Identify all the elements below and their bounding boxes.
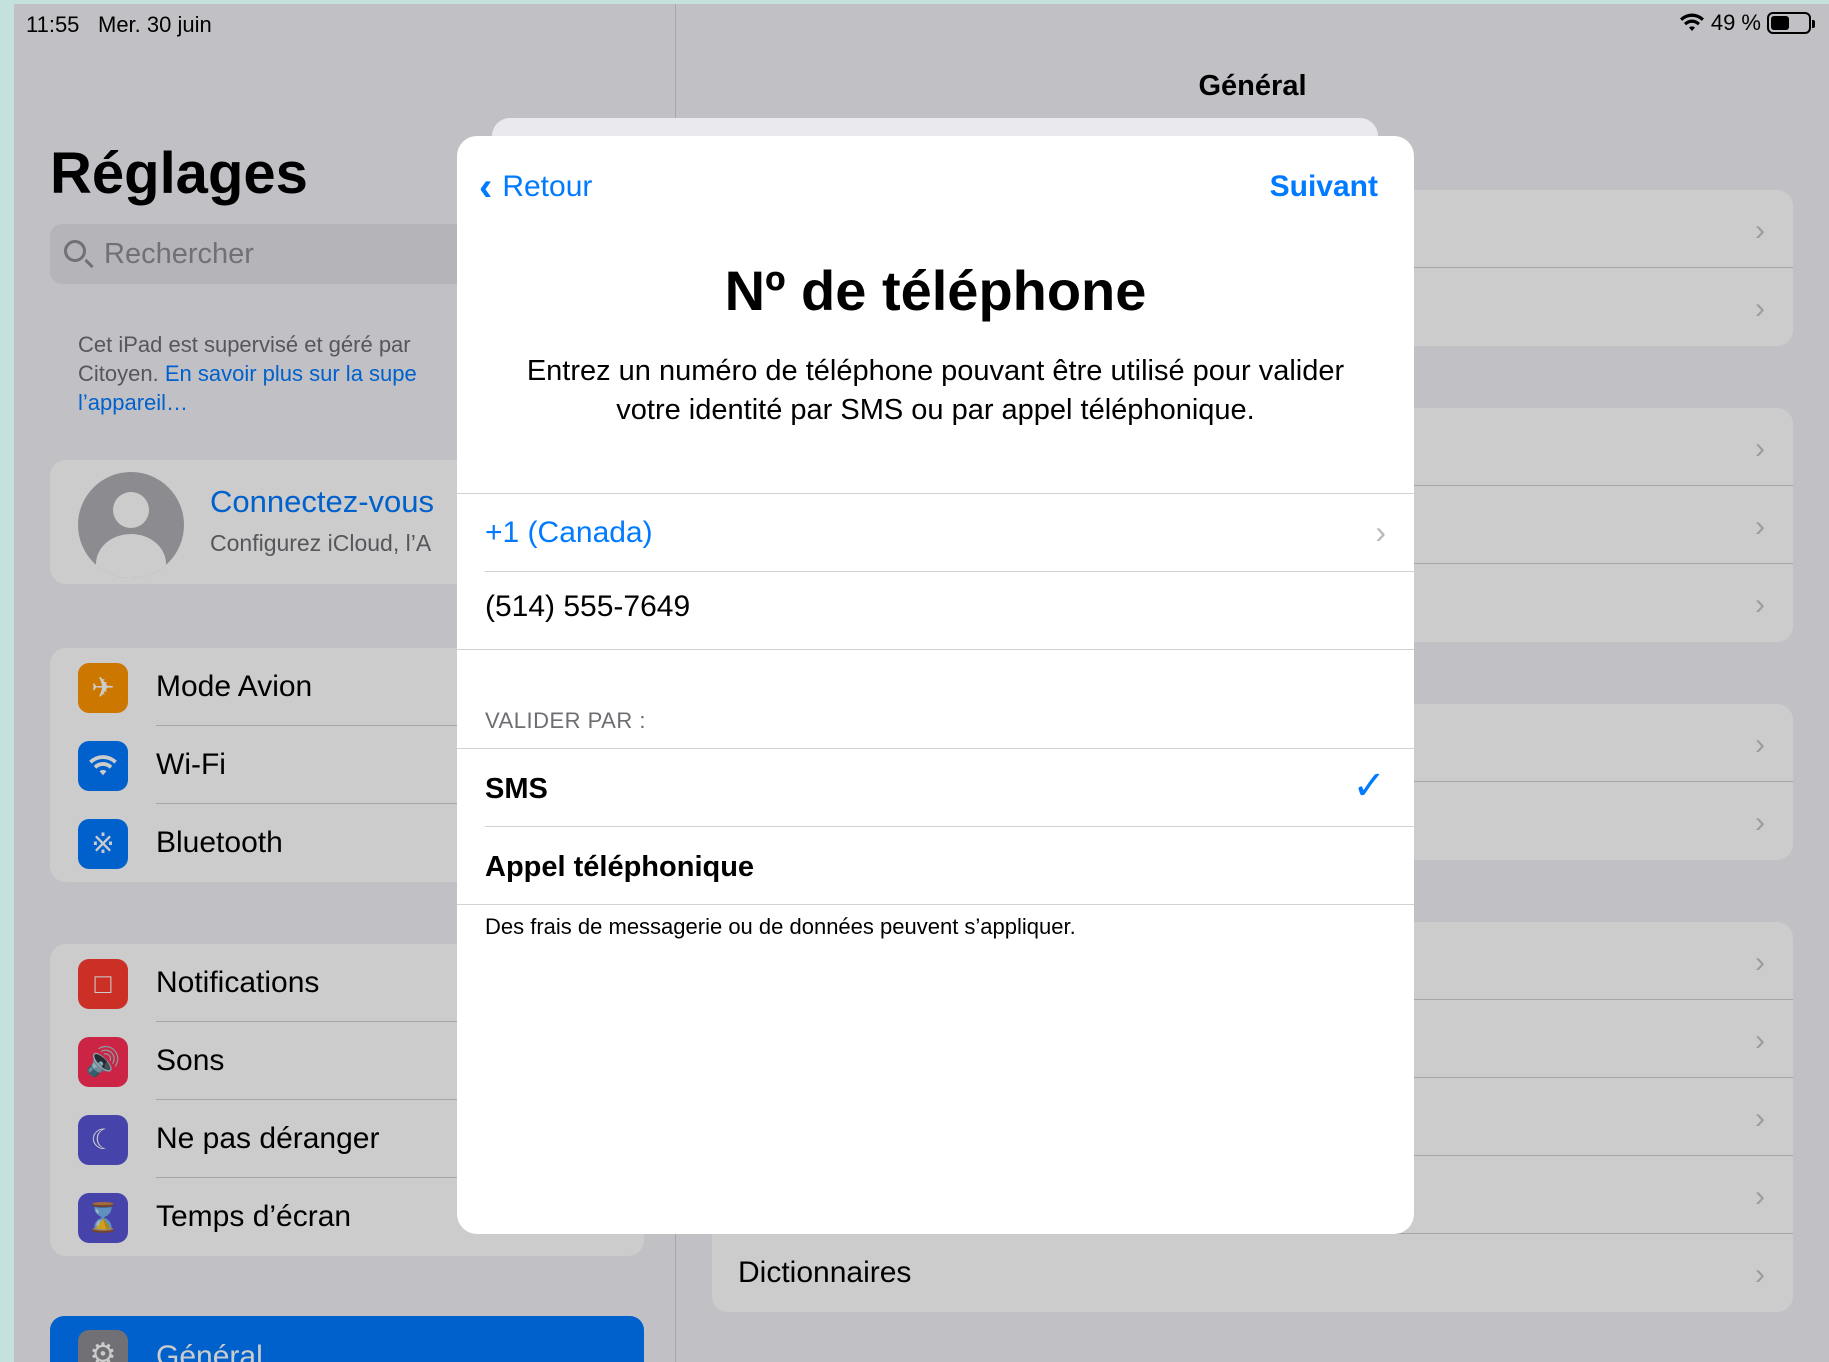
sheet-title: Nº de téléphone	[724, 259, 1147, 322]
option-phone-call[interactable]: Appel téléphonique	[457, 827, 1414, 905]
phone-number-field[interactable]	[485, 590, 1185, 624]
divider	[457, 904, 1414, 905]
phone-number-row	[457, 572, 1414, 650]
chevron-right-icon: ›	[1375, 514, 1386, 550]
checkmark-icon: ✓	[1352, 764, 1386, 808]
next-button[interactable]: Suivant	[1270, 170, 1378, 204]
phone-number-sheet: ‹ Retour Suivant Nº de téléphone Entrez …	[457, 136, 1414, 1234]
country-code-value: +1 (Canada)	[485, 516, 653, 549]
chevron-left-icon: ‹	[479, 165, 493, 209]
option-label: SMS	[485, 773, 548, 805]
sheet-description: Entrez un numéro de téléphone pouvant êt…	[526, 355, 1345, 426]
option-sms[interactable]: SMS ✓	[457, 749, 1414, 827]
option-label: Appel téléphonique	[485, 851, 755, 883]
validate-section-header: VALIDER PAR :	[485, 708, 646, 733]
back-button[interactable]: ‹ Retour	[479, 165, 593, 209]
ipad-screen: 11:55 Mer. 30 juin 49 % Réglages Recherc…	[14, 4, 1829, 1362]
back-button-label: Retour	[502, 170, 593, 203]
divider	[457, 649, 1414, 650]
country-code-selector[interactable]: +1 (Canada) ›	[457, 494, 1414, 572]
fees-footer: Des frais de messagerie ou de données pe…	[485, 914, 1076, 939]
